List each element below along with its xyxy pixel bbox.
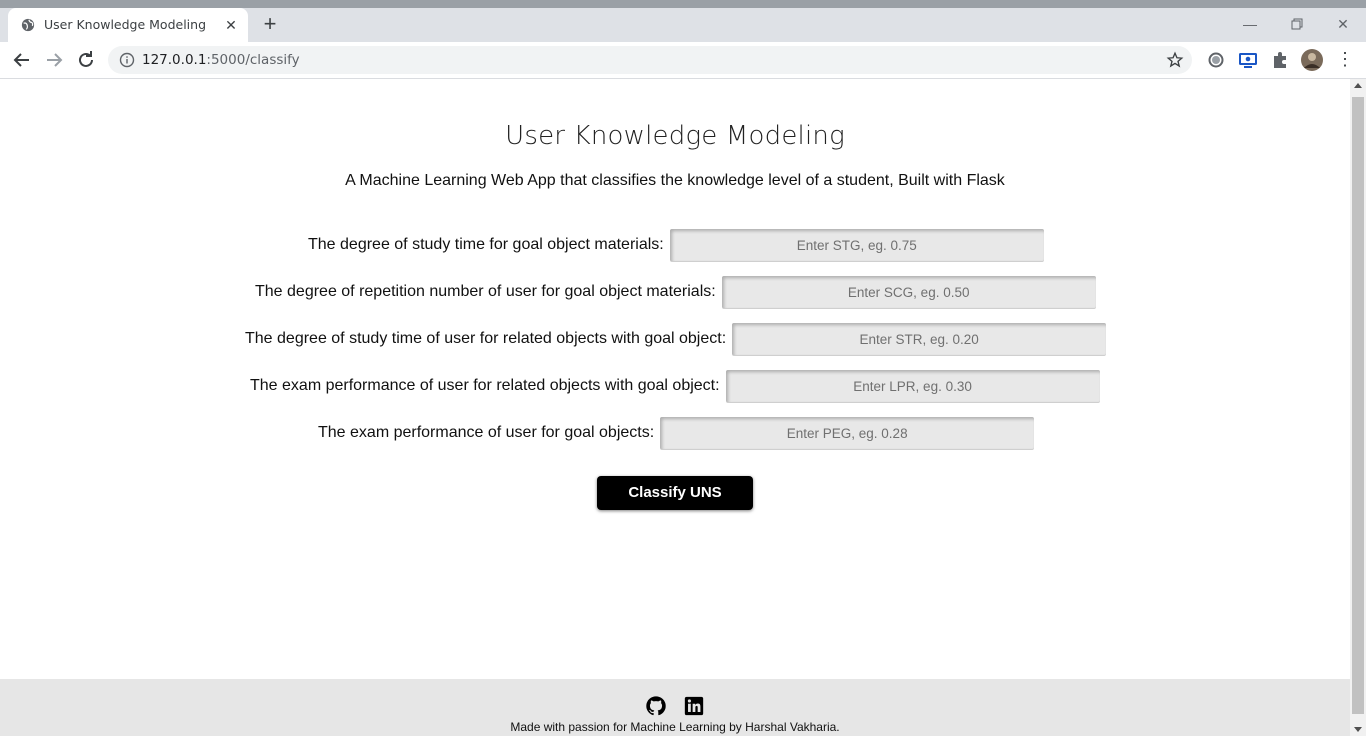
form-row: The degree of study time of user for rel… (0, 323, 1350, 355)
close-window-icon[interactable]: ✕ (1323, 12, 1363, 36)
lpr-input[interactable] (725, 370, 1100, 402)
window-top-strip (0, 0, 1366, 8)
extension-circle-icon[interactable] (1206, 50, 1226, 70)
str-input[interactable] (732, 323, 1107, 355)
back-icon[interactable] (10, 48, 34, 72)
field-label-lpr: The exam performance of user for related… (250, 377, 720, 394)
page-title: User Knowledge Modeling (505, 121, 845, 151)
minimize-icon[interactable]: — (1230, 12, 1270, 36)
info-icon[interactable] (119, 52, 135, 68)
form-row: The degree of repetition number of user … (0, 276, 1350, 308)
classify-button[interactable]: Classify UNS (597, 476, 753, 510)
peg-input[interactable] (660, 417, 1035, 449)
stg-input[interactable] (669, 229, 1044, 261)
address-bar[interactable]: 127.0.0.1:5000/classify (108, 46, 1192, 74)
new-tab-button[interactable]: + (258, 13, 282, 37)
scroll-up-arrow-icon[interactable] (1354, 83, 1362, 88)
profile-avatar[interactable] (1300, 48, 1324, 72)
github-icon[interactable] (645, 695, 667, 717)
scroll-down-arrow-icon[interactable] (1354, 727, 1362, 732)
form-row: The degree of study time for goal object… (0, 229, 1350, 261)
field-label-scg: The degree of repetition number of user … (255, 283, 716, 300)
page-subtitle: A Machine Learning Web App that classifi… (345, 172, 1005, 189)
url-text: 127.0.0.1:5000/classify (142, 52, 300, 68)
restore-icon[interactable] (1277, 12, 1317, 36)
tab-close-icon[interactable]: ✕ (222, 16, 240, 34)
form-row: The exam performance of user for related… (0, 370, 1350, 402)
bookmark-star-icon[interactable] (1166, 51, 1184, 69)
forward-icon[interactable] (42, 48, 66, 72)
scg-input[interactable] (721, 276, 1096, 308)
scroll-thumb[interactable] (1352, 97, 1364, 714)
field-label-peg: The exam performance of user for goal ob… (318, 424, 655, 441)
vertical-scrollbar[interactable] (1350, 79, 1366, 736)
form-row: The exam performance of user for goal ob… (0, 417, 1350, 449)
footer-credit: Made with passion for Machine Learning b… (510, 720, 840, 734)
puzzle-icon[interactable] (1270, 50, 1290, 70)
tab-title: User Knowledge Modeling (44, 17, 207, 32)
globe-icon (21, 18, 35, 32)
screen-cast-icon[interactable] (1238, 50, 1258, 70)
field-label-str: The degree of study time of user for rel… (245, 330, 727, 347)
browser-toolbar: 127.0.0.1:5000/classify ⋮ (0, 42, 1366, 79)
linkedin-icon[interactable] (683, 695, 705, 717)
page-content: User Knowledge Modeling A Machine Learni… (0, 79, 1350, 736)
browser-tab[interactable]: User Knowledge Modeling ✕ (8, 8, 248, 42)
footer: Made with passion for Machine Learning b… (0, 679, 1350, 736)
menu-dots-icon[interactable]: ⋮ (1336, 50, 1354, 70)
tab-bar: User Knowledge Modeling ✕ + — ✕ (0, 8, 1366, 42)
reload-icon[interactable] (74, 48, 98, 72)
url-path: :5000/classify (206, 52, 300, 68)
url-host: 127.0.0.1 (142, 52, 207, 68)
field-label-stg: The degree of study time for goal object… (308, 236, 664, 253)
